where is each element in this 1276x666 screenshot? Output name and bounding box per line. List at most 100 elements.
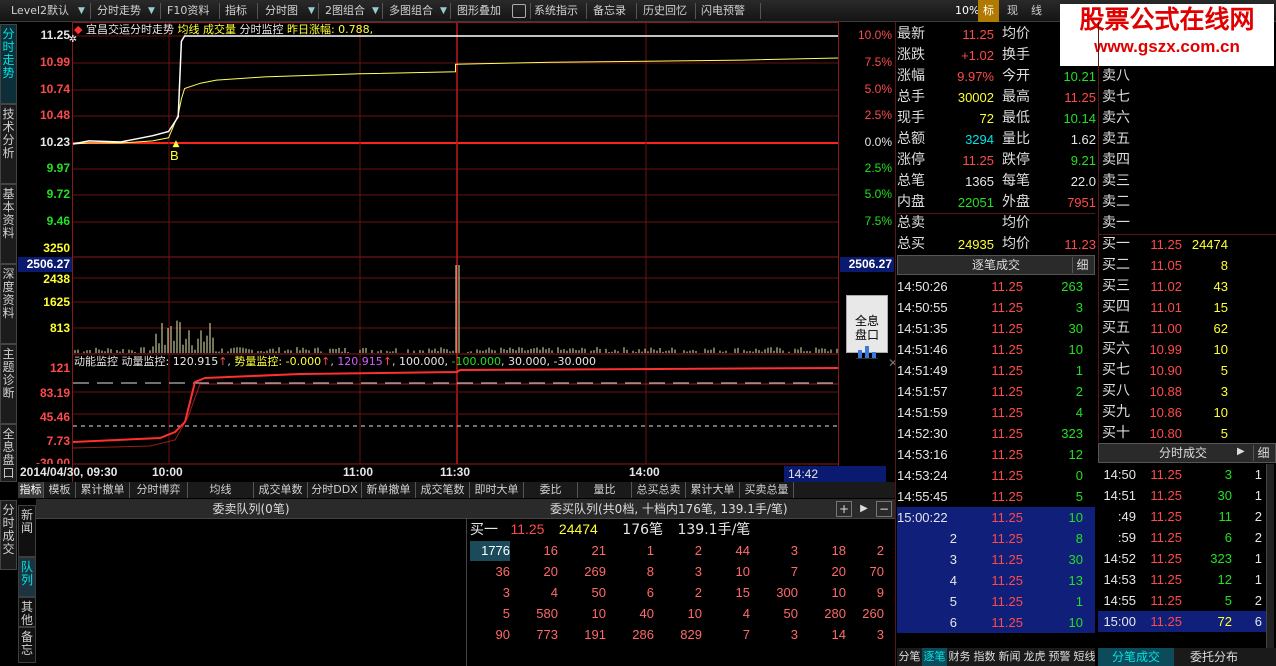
tab-tick-trades[interactable]: 分笔成交 [1098,648,1174,666]
close-icon[interactable]: ✕ [888,356,895,370]
toolbar-multi-chart[interactable]: 多图组合 [386,0,436,22]
chevron-down-icon[interactable]: ▼ [440,0,447,22]
tick-bottom-tab[interactable]: 预警 [1047,648,1072,666]
link-monitor[interactable]: 分时监控 [239,23,283,36]
toolbar-minute-chart[interactable]: 分时图 [262,0,301,22]
toolbar-intraday[interactable]: 分时走势 [94,0,144,22]
indicator-tab[interactable]: 总买总卖 [632,482,686,498]
add-icon[interactable]: + [836,501,852,517]
toolbar-f10[interactable]: F10资料 [164,0,212,22]
minute-header-label: 分时成交 [1159,446,1208,460]
indicator-tab[interactable]: 均线 [188,482,254,498]
quote-value: 11.23 [1064,237,1096,252]
play-icon[interactable]: ▶ [856,501,872,517]
indicator-tab[interactable]: 分时博弈 [130,482,188,498]
tab-other[interactable]: 其他 [18,597,36,627]
chevron-down-icon[interactable]: ▼ [148,0,155,22]
minute-price: 11.25 [1150,488,1182,503]
indicator-label: 7.73 [46,434,70,448]
chevron-down-icon[interactable]: ▼ [78,0,85,22]
tick-bottom-tab[interactable]: 新闻 [997,648,1022,666]
tick-bottom-tab[interactable]: 龙虎 [1022,648,1047,666]
indicator-tab[interactable]: 量比 [578,482,632,498]
indicator-tab[interactable]: 指标 [18,482,44,498]
btn-line[interactable]: 线 [1026,0,1047,22]
tick-volume: 12 [1068,447,1083,462]
minute-detail-tab[interactable]: 细 [1253,445,1273,461]
tick-volume: 1 [1075,363,1083,378]
buy-level-volume: 10 [1213,405,1228,420]
link-volume[interactable]: 成交量 [203,23,236,36]
tick-time: 14:53:24 [897,468,948,483]
tick-volume: 1 [1075,594,1083,609]
tab-order-distribution[interactable]: 委托分布 [1174,648,1254,666]
toolbar-memo[interactable]: 备忘录 [590,0,629,22]
minute-price: 11.25 [1150,551,1182,566]
intraday-chart[interactable]: ▲ ✲ ✕ [0,22,895,484]
indicator-tab[interactable]: 累计大单 [686,482,740,498]
quote-key: 现手 [897,110,925,126]
minute-time: 14:55 [1103,593,1136,608]
indicator-tab[interactable]: 即时大单 [470,482,524,498]
tick-bottom-tab[interactable]: 指数 [972,648,997,666]
indicator-tab[interactable]: 委比 [524,482,578,498]
chart-title-bar: ◆ 宜昌交运分时走势 均线 成交量 分时监控 昨日涨幅: 0.788, [74,22,373,37]
tab-memo[interactable]: 备忘 [18,627,36,663]
tick-bottom-tab[interactable]: 财务 [947,648,972,666]
tick-bottom-tab[interactable]: 短线 [1072,648,1097,666]
tick-detail-tab[interactable]: 细 [1072,257,1092,273]
tick-time: 3 [949,552,957,567]
indicator-tab[interactable]: 成交笔数 [416,482,470,498]
tick-price: 11.25 [991,531,1023,546]
indicator-tab[interactable]: 模板 [44,482,76,498]
toolbar-system-signal[interactable]: 系统指示 [531,0,581,22]
toolbar-overlay[interactable]: 图形叠加 [454,0,504,22]
btn-current[interactable]: 现 [1002,0,1023,22]
quote-value: 11.25 [962,27,994,42]
queue-cell: 10 [687,606,702,621]
fullview-button[interactable]: 全息 盘口 [846,295,888,359]
toolbar-flash-alert[interactable]: 闪电预警 [698,0,748,22]
quote-key: 跌停 [1002,152,1030,168]
minute-time: 14:52 [1103,551,1136,566]
minute-row: :49 11.25 11 2 [1098,506,1274,527]
chevron-down-icon[interactable]: ▼ [308,0,315,22]
flag-icon: ◆ [74,23,83,36]
btn-standard[interactable]: 标 [978,0,999,22]
toolbar-indicator[interactable]: 指标 [222,0,250,22]
toolbar-two-chart[interactable]: 2图组合 [322,0,368,22]
toolbar-layout-default[interactable]: Level2默认 [8,0,72,22]
quote-value: 3294 [965,132,994,147]
indicator-tab[interactable]: 买卖总量 [740,482,794,498]
tab-queue[interactable]: 队列 [18,557,36,597]
tick-bottom-tab[interactable]: 分笔 [897,648,922,666]
link-avg-line[interactable]: 均线 [177,23,199,36]
tab-minute-trades[interactable]: 分时成交 [0,500,17,570]
tick-volume: 30 [1068,552,1083,567]
tick-row: 5 11.25 1 [897,591,1095,612]
indicator-momentum: 动量监控: 120.915 [121,355,219,368]
chevron-down-icon[interactable]: ▼ [372,0,379,22]
queue-cell: 90 [495,627,510,642]
scrollbar[interactable] [1266,464,1274,648]
queue-cell: 10 [735,564,750,579]
tick-time: 14:51:59 [897,405,948,420]
tab-news[interactable]: 新闻 [18,505,36,557]
lock-icon[interactable] [512,4,526,18]
quote-value: +1.02 [961,48,994,63]
minus-icon[interactable]: − [876,501,892,517]
indicator-tab[interactable]: 成交单数 [254,482,308,498]
play-icon[interactable]: ▶ [1237,446,1245,457]
quote-key: 最高 [1002,89,1030,105]
minute-price: 11.25 [1150,530,1182,545]
volume-label: 1625 [43,295,70,309]
queue-cell: 15 [735,585,750,600]
tick-price: 11.25 [991,363,1023,378]
indicator-tab[interactable]: 分时DDX [308,482,362,498]
toolbar-history[interactable]: 历史回忆 [640,0,690,22]
indicator-tab[interactable]: 新单撤单 [362,482,416,498]
sell-level: 卖八 [1102,68,1130,84]
sell-level: 卖六 [1102,110,1130,126]
tick-bottom-tab[interactable]: 逐笔 [922,648,947,666]
indicator-tab[interactable]: 累计撤单 [76,482,130,498]
